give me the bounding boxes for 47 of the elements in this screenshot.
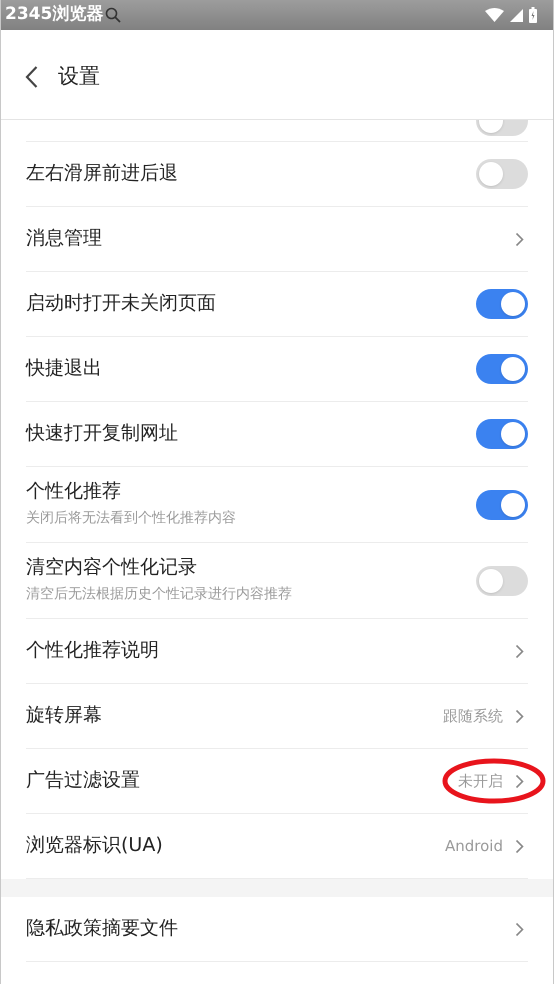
- battery-icon: [529, 7, 537, 23]
- row-label: 个性化推荐说明: [26, 639, 159, 663]
- row-label: 清空内容个性化记录: [26, 556, 198, 580]
- settings-row[interactable]: 快速打开复制网址: [26, 402, 528, 467]
- search-icon: [105, 7, 122, 23]
- settings-row[interactable]: 个性化推荐说明: [26, 619, 528, 684]
- chevron-right-icon: [515, 644, 524, 658]
- row-label: 个性化推荐: [26, 480, 122, 504]
- chevron-right-icon: [515, 774, 524, 788]
- page-title: 设置: [58, 62, 100, 90]
- settings-row[interactable]: 旋转屏幕 跟随系统: [26, 684, 528, 749]
- settings-row[interactable]: 左右滑屏前进后退: [26, 142, 528, 207]
- toggle-switch[interactable]: [476, 289, 528, 319]
- row-label: 浏览器标识(UA): [26, 834, 163, 858]
- settings-row[interactable]: 快捷退出: [26, 337, 528, 402]
- wifi-icon: [485, 8, 504, 22]
- row-label: 消息管理: [26, 227, 102, 251]
- row-label: 左右滑屏前进后退: [26, 162, 178, 186]
- row-label: 旋转屏幕: [26, 704, 102, 728]
- row-label: 快速打开复制网址: [26, 422, 178, 446]
- back-icon[interactable]: [25, 66, 38, 88]
- settings-row[interactable]: 消息管理: [26, 207, 528, 272]
- row-label: 快捷退出: [26, 357, 102, 381]
- settings-row[interactable]: 广告过滤设置 未开启: [26, 749, 528, 814]
- status-app-label: 2345浏览器: [5, 3, 104, 26]
- chevron-right-icon: [515, 708, 524, 724]
- toggle-switch[interactable]: [476, 159, 528, 189]
- chevron-right-icon: [515, 232, 524, 246]
- row-subtitle: 关闭后将无法看到个性化推荐内容: [26, 508, 236, 528]
- settings-row[interactable]: 隐私政策摘要文件: [26, 897, 528, 962]
- toggle-switch[interactable]: [476, 566, 528, 596]
- toggle-switch[interactable]: [476, 490, 528, 520]
- row-label: 隐私政策摘要文件: [26, 917, 178, 941]
- settings-row[interactable]: 个性化推荐 关闭后将无法看到个性化推荐内容: [26, 467, 528, 543]
- row-value: 跟随系统: [443, 706, 503, 727]
- toggle-switch[interactable]: [476, 419, 528, 449]
- row-subtitle: 清空后无法根据历史个性记录进行内容推荐: [26, 584, 292, 604]
- row-value: Android: [445, 836, 503, 857]
- toggle-switch[interactable]: [476, 354, 528, 384]
- chevron-right-icon: [515, 922, 524, 936]
- row-label: 启动时打开未关闭页面: [26, 292, 216, 316]
- chevron-right-icon: [515, 838, 524, 854]
- signal-icon: [510, 8, 523, 22]
- row-label: 广告过滤设置: [26, 769, 140, 793]
- row-value: 未开启: [458, 770, 503, 792]
- settings-row[interactable]: 启动时打开未关闭页面: [26, 272, 528, 337]
- settings-row[interactable]: 清空内容个性化记录 清空后无法根据历史个性记录进行内容推荐: [26, 543, 528, 619]
